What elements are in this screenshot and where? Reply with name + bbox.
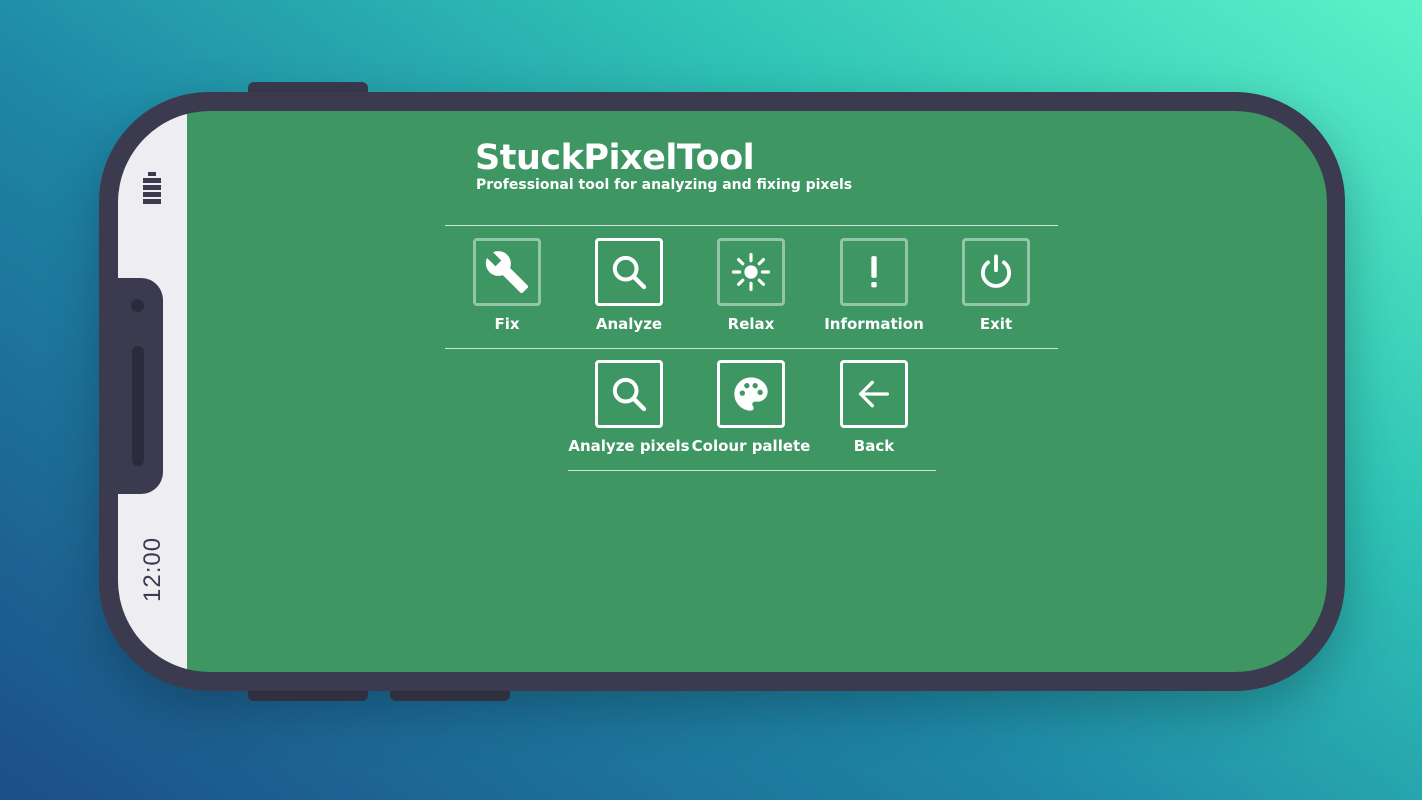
speaker-grille bbox=[132, 346, 144, 466]
app-title: StuckPixelTool bbox=[475, 138, 755, 178]
analyze-button[interactable]: Analyze bbox=[568, 238, 690, 350]
palette-icon bbox=[734, 377, 768, 411]
divider-middle bbox=[445, 348, 1058, 349]
divider-top bbox=[445, 225, 1058, 226]
colour-pallete-button[interactable]: Colour pallete bbox=[690, 360, 812, 472]
battery-icon bbox=[143, 172, 161, 212]
status-clock: 12:00 bbox=[139, 536, 166, 602]
power-icon bbox=[980, 254, 1012, 288]
analyze-pixels-button[interactable]: Analyze pixels bbox=[568, 360, 690, 472]
exit-button[interactable]: Exit bbox=[935, 238, 1057, 350]
divider-bottom bbox=[568, 470, 936, 471]
information-button[interactable]: Information bbox=[813, 238, 935, 350]
back-button[interactable]: Back bbox=[813, 360, 935, 472]
relax-button[interactable]: Relax bbox=[690, 238, 812, 350]
camera-icon bbox=[131, 299, 144, 312]
camera-notch bbox=[118, 278, 163, 494]
arrow-left-icon bbox=[859, 380, 889, 408]
sun-icon bbox=[731, 252, 771, 292]
magnifier-icon bbox=[612, 377, 647, 412]
app-subtitle: Professional tool for analyzing and fixi… bbox=[476, 177, 853, 193]
exclamation-icon bbox=[871, 256, 877, 288]
wrench-icon bbox=[485, 251, 529, 294]
magnifier-icon bbox=[612, 255, 647, 290]
fix-button[interactable]: Fix bbox=[446, 238, 568, 350]
back-label: Back bbox=[853, 437, 895, 455]
exit-label: Exit bbox=[979, 315, 1013, 333]
